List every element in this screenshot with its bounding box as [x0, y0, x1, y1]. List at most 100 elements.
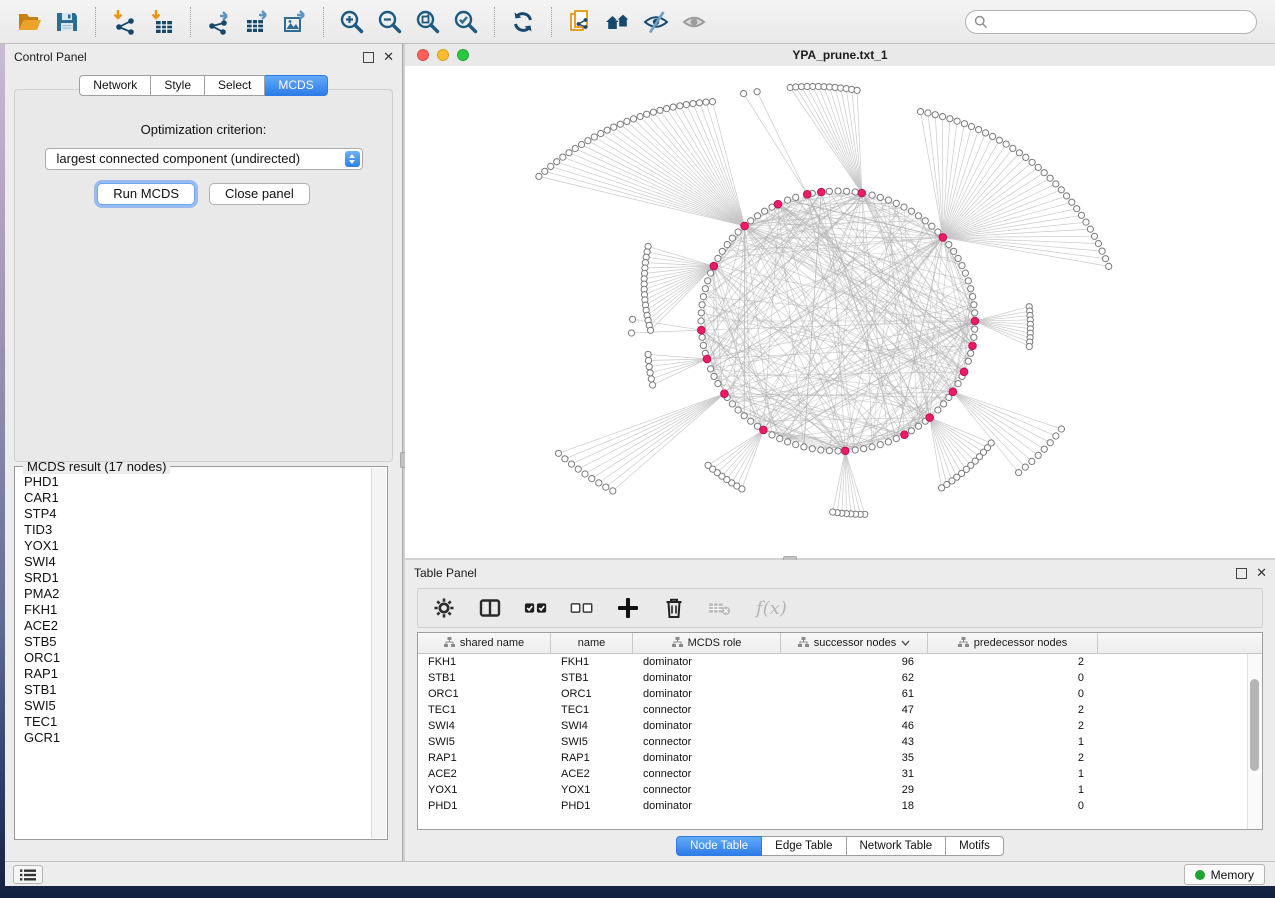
- mcds-result-item[interactable]: TID3: [24, 522, 378, 538]
- optimization-criterion-select[interactable]: largest connected component (undirected): [45, 148, 363, 170]
- tab-network[interactable]: Network: [79, 75, 151, 96]
- deselect-all-columns-icon[interactable]: [570, 596, 594, 620]
- task-history-button[interactable]: [13, 865, 43, 884]
- toolbar-separator: [551, 7, 552, 37]
- shared-column-icon: [958, 637, 969, 650]
- run-mcds-button[interactable]: Run MCDS: [97, 183, 195, 205]
- table-row[interactable]: RAP1RAP1dominator352: [418, 750, 1262, 766]
- table-scrollbar-thumb[interactable]: [1250, 679, 1259, 771]
- mcds-result-item[interactable]: RAP1: [24, 666, 378, 682]
- table-row[interactable]: PHD1PHD1dominator180: [418, 798, 1262, 814]
- table-toolbar: f(x): [417, 588, 1263, 628]
- toolbar-separator: [323, 7, 324, 37]
- table-tab-edge-table[interactable]: Edge Table: [762, 836, 846, 856]
- table-row[interactable]: SWI4SWI4dominator462: [418, 718, 1262, 734]
- select-stepper-icon: [345, 151, 360, 167]
- minimize-window-icon[interactable]: [437, 49, 449, 61]
- table-tab-network-table[interactable]: Network Table: [847, 836, 947, 856]
- toolbar-separator: [95, 7, 96, 37]
- mcds-result-item[interactable]: STB1: [24, 682, 378, 698]
- mcds-result-item[interactable]: STP4: [24, 506, 378, 522]
- refresh-view-icon[interactable]: [507, 6, 539, 38]
- select-all-columns-icon[interactable]: [524, 596, 548, 620]
- mcds-result-item[interactable]: ACE2: [24, 618, 378, 634]
- import-network-icon[interactable]: [108, 6, 140, 38]
- control-panel-title: Control Panel: [14, 50, 87, 64]
- node-table[interactable]: shared namenameMCDS rolesuccessor nodesp…: [417, 632, 1263, 830]
- table-row[interactable]: STB1STB1dominator620: [418, 670, 1262, 686]
- delete-columns-trash-icon[interactable]: [662, 596, 686, 620]
- svg-text:f(x): f(x): [754, 598, 787, 619]
- close-window-icon[interactable]: [417, 49, 429, 61]
- mcds-result-item[interactable]: SWI4: [24, 554, 378, 570]
- table-row[interactable]: YOX1YOX1connector291: [418, 782, 1262, 798]
- float-table-panel-icon[interactable]: [1236, 568, 1247, 579]
- mcds-result-item[interactable]: PMA2: [24, 586, 378, 602]
- table-row[interactable]: TEC1TEC1connector472: [418, 702, 1262, 718]
- table-tab-motifs[interactable]: Motifs: [946, 836, 1004, 856]
- mcds-result-item[interactable]: ORC1: [24, 650, 378, 666]
- list-icon: [20, 869, 36, 881]
- mcds-result-item[interactable]: PHD1: [24, 474, 378, 490]
- float-panel-icon[interactable]: [363, 52, 374, 63]
- table-row[interactable]: ACE2ACE2connector311: [418, 766, 1262, 782]
- main-toolbar: [0, 0, 1275, 44]
- mcds-result-scrollbar[interactable]: [371, 468, 386, 838]
- mcds-result-item[interactable]: CAR1: [24, 490, 378, 506]
- import-table-icon[interactable]: [146, 6, 178, 38]
- window-traffic-lights: [417, 49, 469, 61]
- memory-status-icon: [1195, 870, 1205, 880]
- close-panel-button[interactable]: Close panel: [209, 183, 310, 205]
- first-neighbors-icon[interactable]: [602, 6, 634, 38]
- close-panel-icon[interactable]: ✕: [383, 51, 394, 63]
- table-row[interactable]: ORC1ORC1dominator610: [418, 686, 1262, 702]
- add-column-icon[interactable]: [616, 596, 640, 620]
- mcds-result-item[interactable]: SRD1: [24, 570, 378, 586]
- column-header-predecessor-nodes[interactable]: predecessor nodes: [928, 633, 1098, 653]
- table-scrollbar[interactable]: [1247, 654, 1262, 829]
- mcds-result-item[interactable]: YOX1: [24, 538, 378, 554]
- export-table-icon[interactable]: [241, 6, 273, 38]
- toolbar-separator: [190, 7, 191, 37]
- table-row[interactable]: SWI5SWI5connector431: [418, 734, 1262, 750]
- column-header-MCDS-role[interactable]: MCDS role: [633, 633, 781, 653]
- table-row[interactable]: FKH1FKH1dominator962: [418, 654, 1262, 670]
- mcds-result-item[interactable]: FKH1: [24, 602, 378, 618]
- column-header-successor-nodes[interactable]: successor nodes: [781, 633, 928, 653]
- save-session-icon[interactable]: [51, 6, 83, 38]
- mcds-result-item[interactable]: STB5: [24, 634, 378, 650]
- zoom-out-icon[interactable]: [374, 6, 406, 38]
- control-panel-header: Control Panel ✕: [5, 44, 402, 70]
- split-panel-icon[interactable]: [478, 596, 502, 620]
- tab-mcds[interactable]: MCDS: [265, 75, 327, 96]
- mcds-result-item[interactable]: TEC1: [24, 714, 378, 730]
- network-canvas[interactable]: [405, 66, 1275, 558]
- network-graph[interactable]: [405, 66, 1275, 558]
- show-all-eye-icon[interactable]: [678, 6, 710, 38]
- column-header-name[interactable]: name: [551, 633, 633, 653]
- mcds-result-item[interactable]: GCR1: [24, 730, 378, 746]
- table-panel: Table Panel ✕ f(x) shared: [405, 560, 1275, 862]
- tab-select[interactable]: Select: [205, 75, 265, 96]
- network-window-title: YPA_prune.txt_1: [792, 48, 887, 62]
- delete-table-icon-disabled: [708, 596, 732, 620]
- close-table-panel-icon[interactable]: ✕: [1256, 567, 1267, 579]
- shared-column-icon: [444, 637, 455, 650]
- mcds-result-item[interactable]: SWI5: [24, 698, 378, 714]
- table-tab-node-table[interactable]: Node Table: [676, 836, 762, 856]
- search-input[interactable]: [965, 10, 1257, 34]
- zoom-selected-icon[interactable]: [450, 6, 482, 38]
- open-session-icon[interactable]: [13, 6, 45, 38]
- function-builder-icon-disabled: f(x): [754, 596, 794, 620]
- memory-button[interactable]: Memory: [1184, 864, 1265, 885]
- maximize-window-icon[interactable]: [457, 49, 469, 61]
- column-header-shared-name[interactable]: shared name: [418, 633, 551, 653]
- new-network-from-selection-icon[interactable]: [564, 6, 596, 38]
- zoom-fit-icon[interactable]: [412, 6, 444, 38]
- hide-selection-eye-slash-icon[interactable]: [640, 6, 672, 38]
- tab-style[interactable]: Style: [151, 75, 205, 96]
- export-network-icon[interactable]: [203, 6, 235, 38]
- export-image-icon[interactable]: [279, 6, 311, 38]
- table-settings-gear-icon[interactable]: [432, 596, 456, 620]
- zoom-in-icon[interactable]: [336, 6, 368, 38]
